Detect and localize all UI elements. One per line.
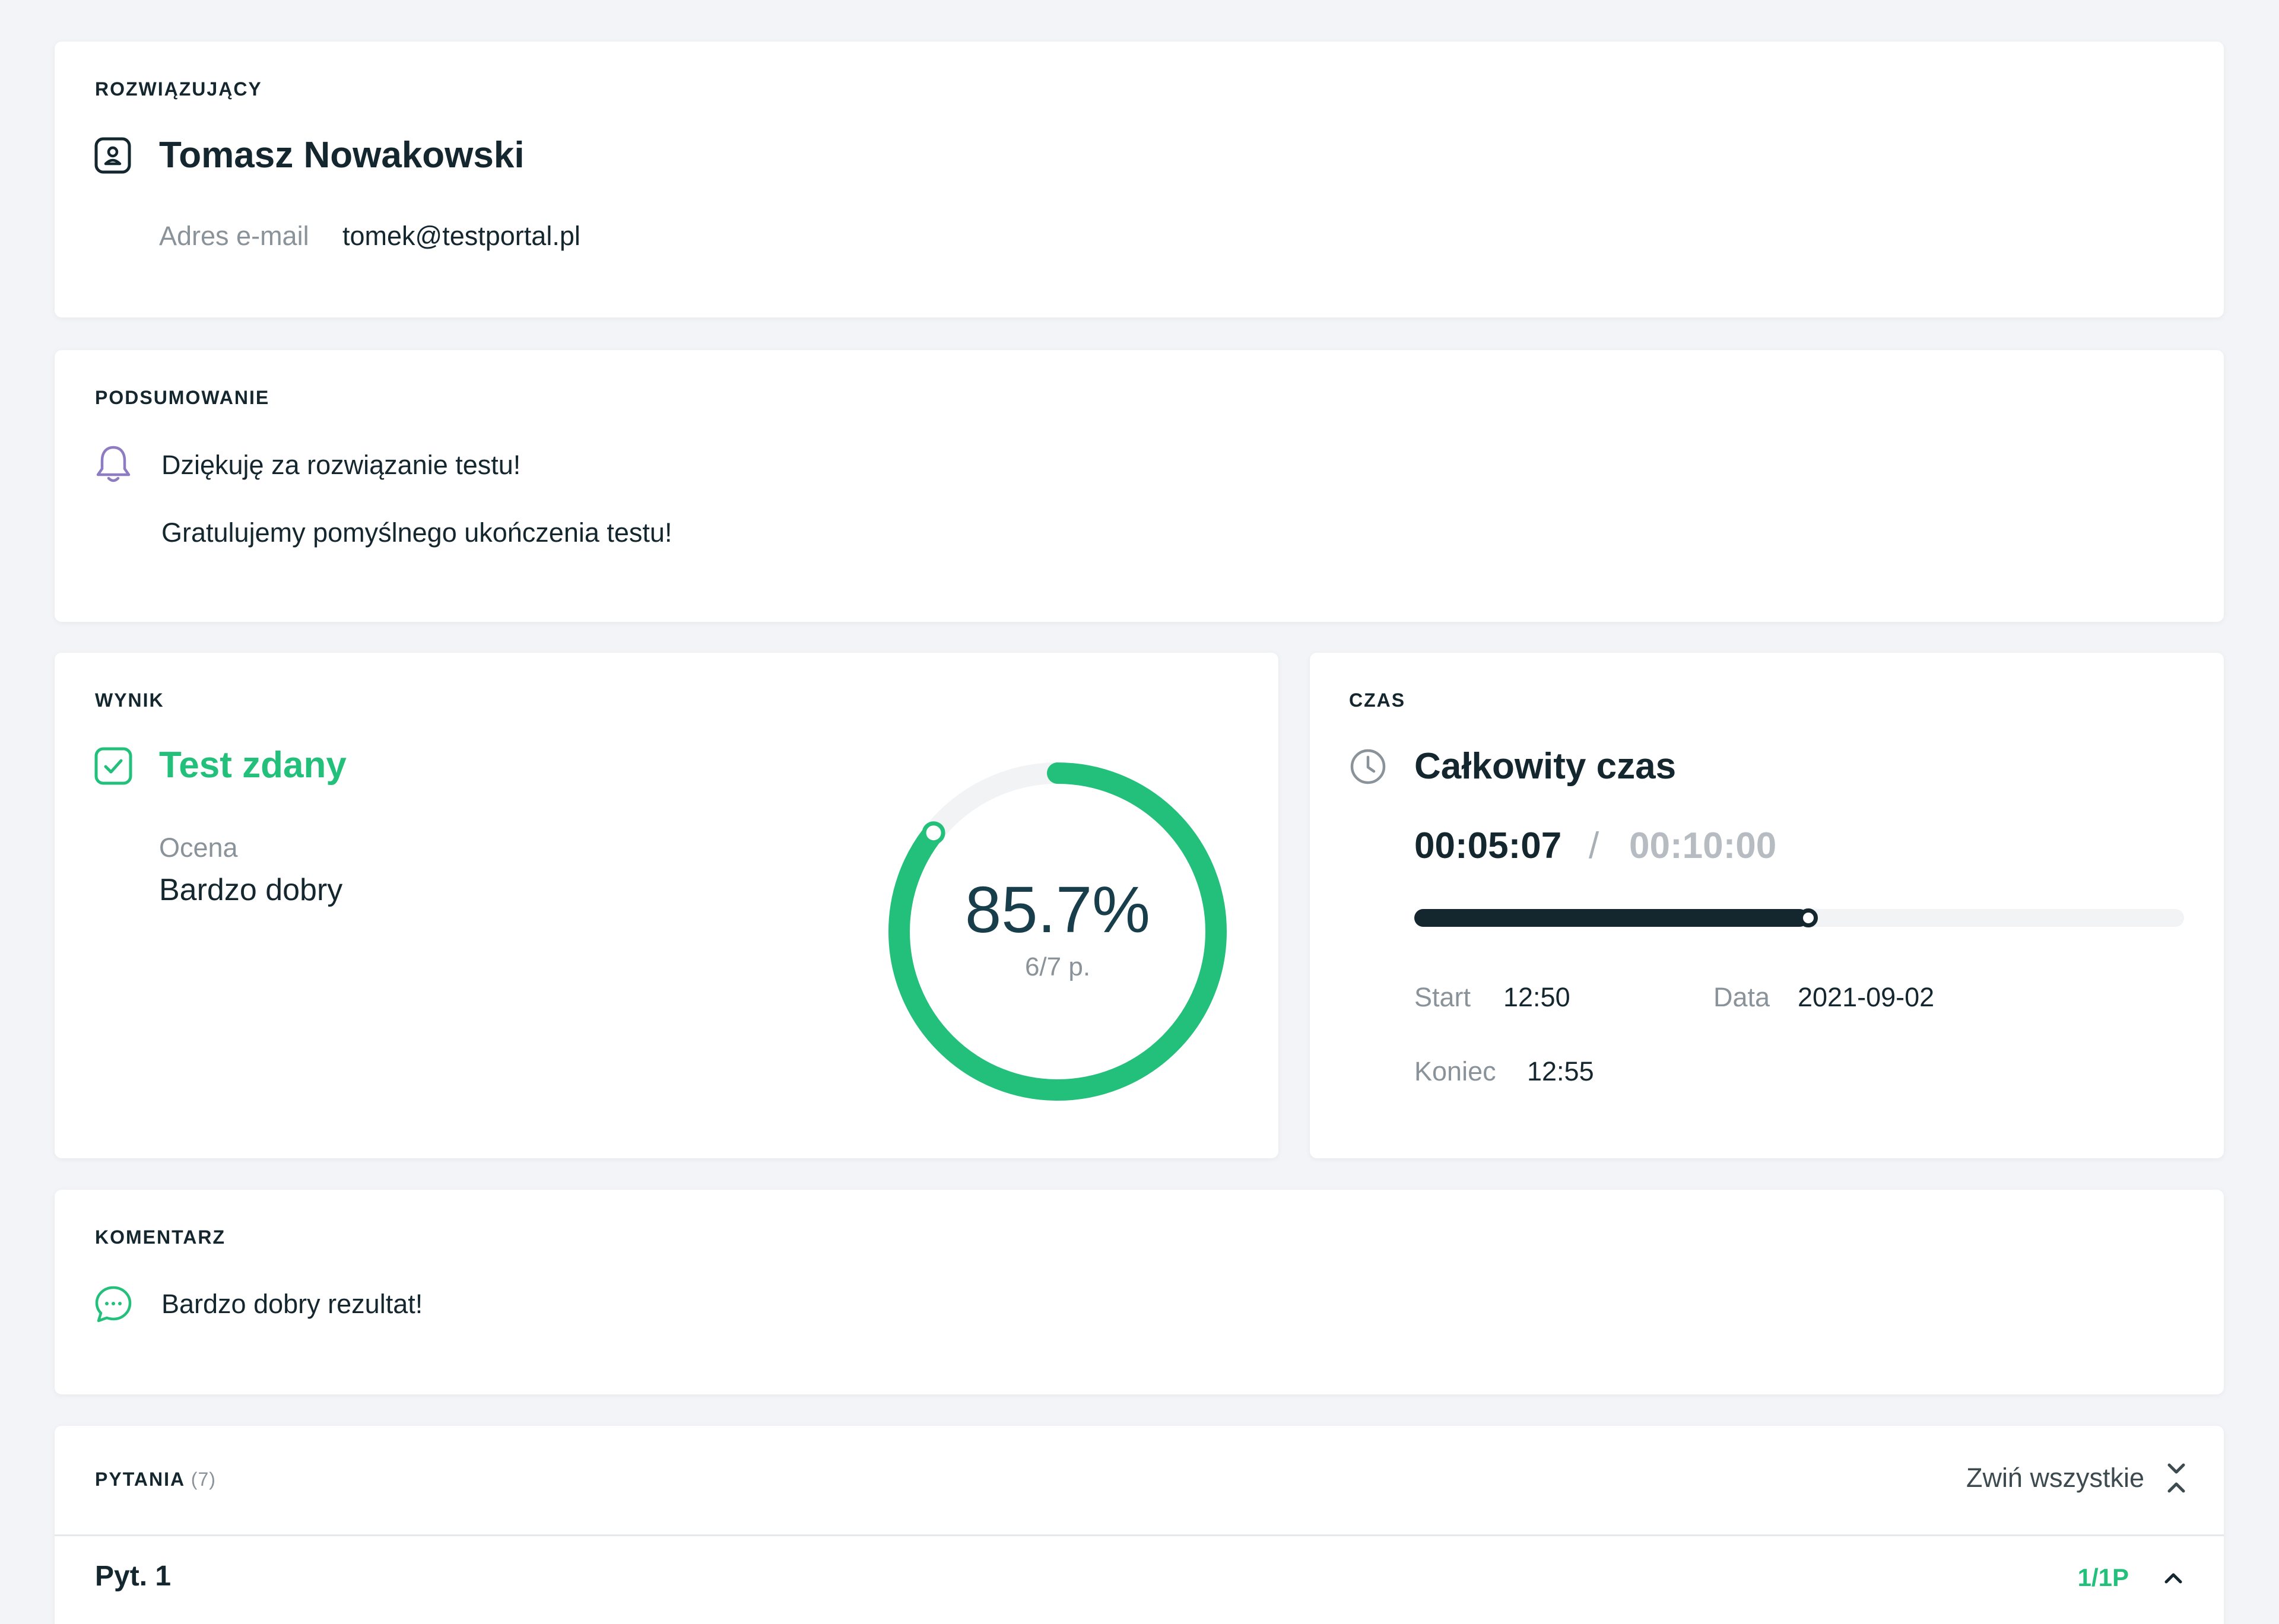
collapse-all-label: Zwiń wszystkie bbox=[1966, 1463, 2144, 1493]
questions-count: (7) bbox=[191, 1469, 216, 1490]
question-label: Pyt. 1 bbox=[95, 1561, 172, 1592]
solver-section-label: ROZWIĄZUJĄCY bbox=[95, 78, 262, 100]
grade-label: Ocena bbox=[159, 832, 238, 863]
start-label: Start bbox=[1414, 982, 1471, 1012]
chat-bubble-icon bbox=[95, 1286, 132, 1323]
questions-card: PYTANIA (7) Zwiń wszystkie Pyt. 1 1/1P bbox=[55, 1426, 2224, 1624]
clock-icon bbox=[1350, 749, 1386, 784]
score-ring-knob bbox=[922, 821, 945, 845]
question-row[interactable]: Pyt. 1 1/1P bbox=[55, 1536, 2224, 1624]
summary-section-label: PODSUMOWANIE bbox=[95, 387, 270, 408]
summary-card: PODSUMOWANIE Dziękuję za rozwiązanie tes… bbox=[55, 350, 2224, 622]
solver-card: ROZWIĄZUJĄCY Tomasz Nowakowski Adres e-m… bbox=[55, 42, 2224, 317]
bell-icon bbox=[96, 446, 131, 482]
date-value: 2021-09-02 bbox=[1798, 982, 1935, 1012]
questions-header: PYTANIA (7) bbox=[95, 1469, 216, 1490]
comment-card: KOMENTARZ Bardzo dobry rezultat! bbox=[55, 1190, 2224, 1394]
time-elapsed: 00:05:07 bbox=[1414, 825, 1562, 866]
email-label: Adres e-mail bbox=[159, 221, 309, 251]
question-score: 1/1P bbox=[2077, 1563, 2129, 1591]
time-limit: 00:10:00 bbox=[1629, 825, 1777, 866]
end-value: 12:55 bbox=[1527, 1056, 1594, 1086]
score-percent: 85.7% bbox=[965, 873, 1150, 946]
date-label: Data bbox=[1713, 982, 1770, 1012]
solver-name: Tomasz Nowakowski bbox=[159, 135, 525, 176]
time-section-label: CZAS bbox=[1349, 689, 1406, 711]
time-title: Całkowity czas bbox=[1414, 746, 1677, 787]
questions-section-label: PYTANIA bbox=[95, 1469, 185, 1490]
grade-value: Bardzo dobry bbox=[159, 873, 343, 907]
result-card: WYNIK Test zdany Ocena Bardzo dobry 85.7… bbox=[55, 653, 1278, 1158]
email-value[interactable]: tomek@testportal.pl bbox=[342, 221, 580, 252]
collapse-all-button[interactable]: Zwiń wszystkie bbox=[1966, 1460, 2188, 1496]
check-square-icon bbox=[94, 747, 132, 785]
time-progress-knob bbox=[1799, 908, 1818, 927]
result-status: Test zdany bbox=[159, 745, 347, 786]
result-section-label: WYNIK bbox=[95, 689, 164, 711]
score-points: 6/7 p. bbox=[1024, 952, 1091, 981]
comment-text: Bardzo dobry rezultat! bbox=[161, 1289, 423, 1319]
time-separator: / bbox=[1589, 825, 1599, 866]
comment-section-label: KOMENTARZ bbox=[95, 1226, 226, 1248]
user-badge-icon bbox=[94, 137, 131, 174]
summary-line2: Gratulujemy pomyślnego ukończenia testu! bbox=[161, 517, 672, 548]
end-label: Koniec bbox=[1414, 1056, 1496, 1086]
start-value: 12:50 bbox=[1503, 982, 1570, 1012]
summary-line1: Dziękuję za rozwiązanie testu! bbox=[161, 450, 521, 480]
chevron-up-icon[interactable] bbox=[2163, 1571, 2183, 1585]
time-card: CZAS Całkowity czas 00:05:07 / 00:10:00 … bbox=[1310, 653, 2224, 1158]
collapse-all-icon bbox=[2167, 1463, 2185, 1493]
time-progress-track bbox=[1414, 908, 2184, 927]
time-progress-fill bbox=[1414, 909, 1809, 927]
